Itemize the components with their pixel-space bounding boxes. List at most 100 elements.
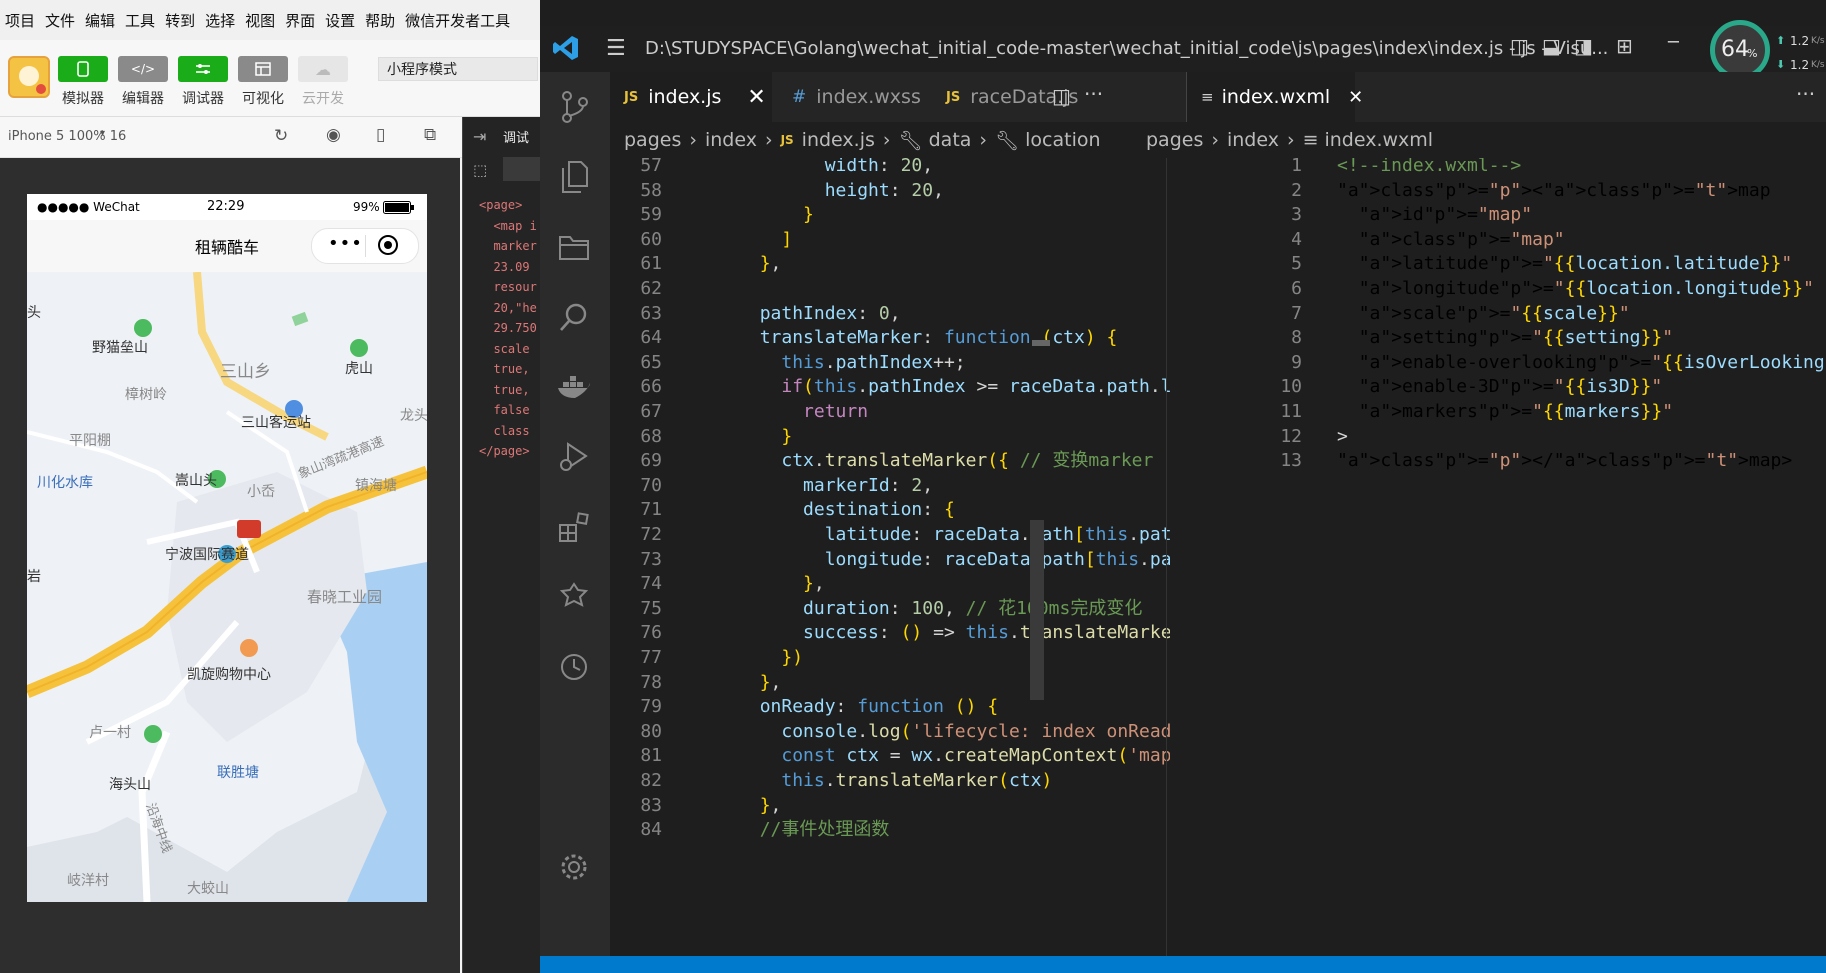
remote-explorer-icon[interactable] xyxy=(555,578,593,616)
crumb[interactable]: location xyxy=(1025,129,1100,151)
window-title: D:\STUDYSPACE\Golang\wechat_initial_code… xyxy=(645,38,1609,59)
simulator-button[interactable] xyxy=(58,56,108,82)
map-label: 大蛟山 xyxy=(187,881,229,897)
capsule-menu: ••• xyxy=(311,228,419,264)
toggle-secondary-icon[interactable]: ◨ xyxy=(1574,34,1593,58)
explorer-icon[interactable] xyxy=(555,158,593,196)
menu-item-project[interactable]: 项目 xyxy=(0,10,40,31)
debug-panel: ⇥ 调试 ⬚ <page> <map i marker 23.09 resour… xyxy=(462,117,541,973)
menu-item-select[interactable]: 选择 xyxy=(200,10,240,31)
debugger-button[interactable] xyxy=(178,56,228,82)
map-view[interactable]: 头 野猫垒山 三山乡 虎山 樟树岭 龙头 三山客运站 平阳棚 川化水库 嵩山头 … xyxy=(27,272,427,902)
search-icon[interactable] xyxy=(555,298,593,336)
tab-label: index.js xyxy=(648,86,722,108)
docker-icon[interactable] xyxy=(555,368,593,406)
folder-icon[interactable] xyxy=(555,228,593,266)
editor-split-divider xyxy=(1166,158,1167,956)
editor-button[interactable]: </> xyxy=(118,56,168,82)
crumb[interactable]: index xyxy=(1227,129,1279,151)
visual-button[interactable] xyxy=(238,56,288,82)
avatar[interactable] xyxy=(8,56,50,98)
device-dropdown-icon[interactable]: ▾ xyxy=(100,128,105,139)
more-actions-icon[interactable]: ··· xyxy=(1084,82,1103,106)
cpu-unit: % xyxy=(1747,47,1758,60)
code-line[interactable]: }, xyxy=(738,250,782,279)
record-icon[interactable]: ◉ xyxy=(326,125,341,145)
inspect-icon[interactable]: ⬚ xyxy=(473,161,487,179)
upload-arrow-icon: ⬆ xyxy=(1776,34,1786,47)
code-editor-right[interactable]: 1 <!--index.wxml--> 2 "a">class"p">="p"><"a… xyxy=(1222,158,1826,956)
menu-item-interface[interactable]: 界面 xyxy=(280,10,320,31)
menu-item-help[interactable]: 帮助 xyxy=(360,10,400,31)
map-label: 三山乡 xyxy=(220,362,271,382)
menu-item-view[interactable]: 视图 xyxy=(240,10,280,31)
crumb[interactable]: index.js xyxy=(802,129,875,151)
code-line[interactable]: "a">class"p">="p"></"a">class"p">="t">ma… xyxy=(1337,447,1792,476)
close-miniprogram-icon[interactable] xyxy=(378,235,398,255)
minimize-icon[interactable]: ─ xyxy=(1668,32,1679,53)
js-file-icon: JS xyxy=(946,89,961,105)
avatar-badge xyxy=(36,84,46,94)
map-label: 龙头 xyxy=(400,408,427,424)
mode-select[interactable]: 小程序模式 xyxy=(378,57,538,81)
code-editor-left[interactable]: 57 width: 20, 58 height: 20, 59 } 60 ] 61 },… xyxy=(610,158,1170,956)
menu-item-file[interactable]: 文件 xyxy=(40,10,80,31)
scrollbar-thumb[interactable] xyxy=(1030,520,1044,700)
menu-item-tools[interactable]: 工具 xyxy=(120,10,160,31)
run-debug-icon[interactable] xyxy=(555,438,593,476)
code-line[interactable]: "a">markers"p">="{{markers}}" xyxy=(1337,398,1673,427)
tab-index-wxss[interactable]: # index.wxss xyxy=(772,72,926,122)
debug-tab[interactable]: 调试 xyxy=(503,127,529,146)
cloud-label: 云开发 xyxy=(302,91,344,107)
menu-item-devtools[interactable]: 微信开发者工具 xyxy=(400,10,515,31)
map-label: 虎山 xyxy=(345,361,373,377)
download-speed: 1.2 xyxy=(1790,58,1810,72)
tab-index-wxml[interactable]: ≡ index.wxml ✕ xyxy=(1187,72,1363,122)
toggle-panel-icon[interactable]: ⬓ xyxy=(1542,34,1561,58)
debug-collapse-icon[interactable]: ⇥ xyxy=(473,127,486,146)
code-line[interactable]: //事件处理函数 xyxy=(738,816,890,845)
settings-gear-icon[interactable] xyxy=(555,848,593,886)
close-tab-icon[interactable]: ✕ xyxy=(747,85,765,110)
crumb[interactable]: index xyxy=(705,129,757,151)
split-editor-icon[interactable]: ◫ xyxy=(1052,84,1071,108)
more-icon[interactable]: ••• xyxy=(328,233,363,254)
crumb[interactable]: data xyxy=(929,129,972,151)
editor-tabs: JS index.js ✕ # index.wxss JS raceData.j… xyxy=(610,72,1826,122)
breadcrumb-right: pages › index › ≡ index.wxml xyxy=(1146,129,1434,151)
device-select[interactable]: iPhone 5 100% 16 xyxy=(8,129,126,144)
menu-icon[interactable]: ☰ xyxy=(606,36,626,61)
tab-index-js[interactable]: JS index.js ✕ xyxy=(610,72,772,122)
wx-menubar: 项目 文件 编辑 工具 转到 选择 视图 界面 设置 帮助 微信开发者工具 xyxy=(0,0,560,40)
wrench-icon: 🔧︎ xyxy=(995,129,1020,152)
refresh-icon[interactable]: ↻ xyxy=(274,126,288,146)
cloud-button[interactable]: ☁ xyxy=(298,56,348,82)
crumb[interactable]: index.wxml xyxy=(1324,129,1433,151)
window-icon[interactable]: ⧉ xyxy=(424,125,436,145)
capsule-divider xyxy=(365,235,366,257)
wx-toolbar: </> ☁ 模拟器 编辑器 调试器 可视化 云开发 小程序模式 xyxy=(0,40,540,117)
code-line[interactable]: this.translateMarker(ctx) xyxy=(738,767,1052,796)
map-label: 岩 xyxy=(27,569,41,585)
activity-bar xyxy=(540,72,610,973)
source-control-icon[interactable] xyxy=(555,88,593,126)
wxml-tab[interactable] xyxy=(503,157,541,181)
line-number: 84 xyxy=(640,819,662,841)
close-tab-icon[interactable]: ✕ xyxy=(1348,87,1363,108)
extensions-icon[interactable] xyxy=(555,508,593,546)
simulator-subbar: iPhone 5 100% 16 ▾ ↻ ◉ ▯ ⧉ xyxy=(0,117,540,158)
menu-item-goto[interactable]: 转到 xyxy=(160,10,200,31)
toggle-sidebar-icon[interactable]: ◫ xyxy=(1510,34,1529,58)
customize-layout-icon[interactable]: ⊞ xyxy=(1616,34,1633,58)
crumb[interactable]: pages xyxy=(624,129,681,151)
crumb[interactable]: pages xyxy=(1146,129,1203,151)
signal-indicator: ●●●●● WeChat xyxy=(37,200,140,214)
more-actions-icon[interactable]: ··· xyxy=(1796,82,1815,106)
map-label: 樟树岭 xyxy=(125,387,167,403)
phone-screen: ●●●●● WeChat 22:29 99% 租辆酷车 ••• 头 野猫垒山 三… xyxy=(27,194,427,902)
menu-item-settings[interactable]: 设置 xyxy=(320,10,360,31)
timeline-icon[interactable] xyxy=(555,648,593,686)
device-icon[interactable]: ▯ xyxy=(376,125,385,145)
menu-item-edit[interactable]: 编辑 xyxy=(80,10,120,31)
map-label: 小岙 xyxy=(247,484,275,500)
